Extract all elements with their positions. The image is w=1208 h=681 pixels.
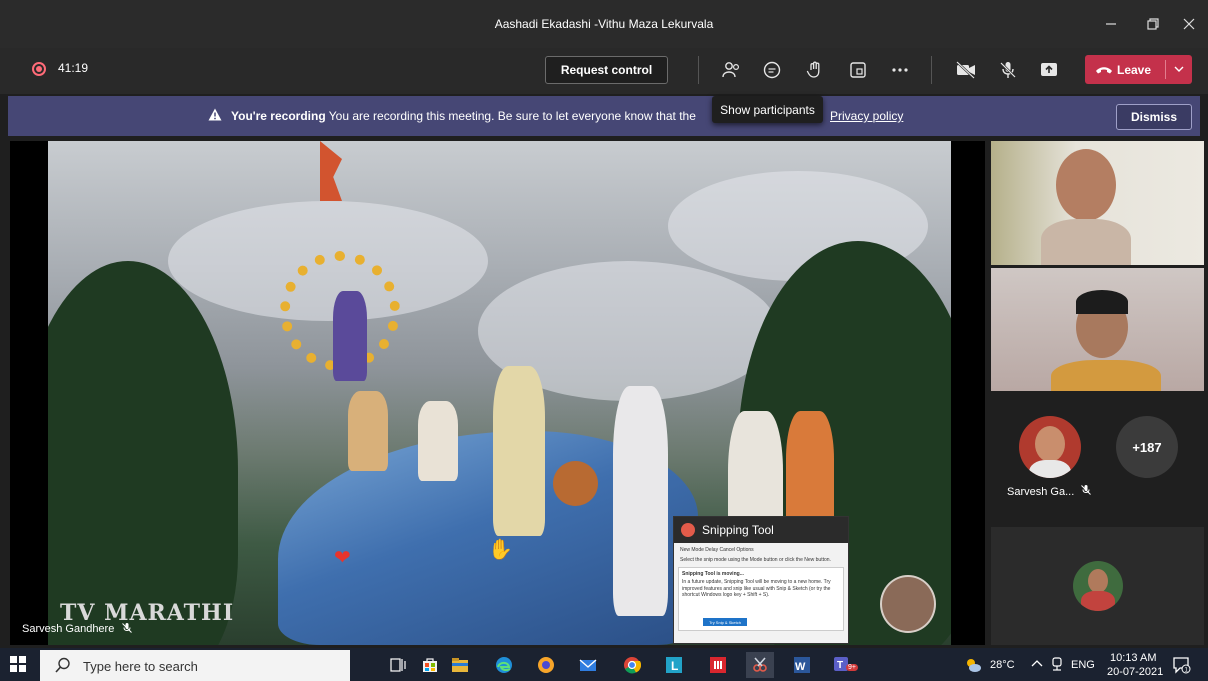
mic-muted-icon: [122, 623, 133, 633]
raise-hand-icon[interactable]: [801, 56, 829, 84]
snipping-tool-notice: Snipping Tool is moving... In a future u…: [678, 567, 844, 631]
recording-banner: You're recording You are recording this …: [8, 96, 1200, 136]
chevron-up-icon[interactable]: [1030, 657, 1044, 674]
clock-date[interactable]: 20-07-2021: [1107, 666, 1163, 678]
snipping-tool-title: Snipping Tool: [702, 523, 774, 537]
weather-icon[interactable]: [964, 657, 982, 676]
svg-text:W: W: [795, 661, 806, 673]
mail-icon[interactable]: [574, 652, 602, 678]
more-participants-button[interactable]: +187: [1116, 416, 1178, 478]
store-icon[interactable]: [416, 652, 444, 678]
edge-browser-icon[interactable]: [490, 652, 518, 678]
mic-muted-icon[interactable]: [994, 56, 1022, 84]
meeting-timer: 41:19: [58, 61, 89, 75]
app-l-icon[interactable]: L: [660, 652, 688, 678]
heart-reaction-icon: ❤: [334, 547, 351, 569]
video-figure: [418, 401, 458, 481]
app-red-icon[interactable]: [704, 652, 732, 678]
video-figure: [493, 366, 545, 536]
try-snip-sketch-button[interactable]: Try Snip & Sketch: [703, 618, 747, 626]
snipping-tool-taskbar-icon[interactable]: [746, 652, 774, 678]
minimize-icon[interactable]: [1092, 0, 1130, 48]
participant-name: Sarvesh Ga...: [1007, 486, 1075, 498]
snipping-tool-titlebar[interactable]: Snipping Tool: [674, 517, 848, 543]
teams-notification-badge: 9+: [846, 664, 858, 671]
close-icon[interactable]: [1170, 0, 1208, 48]
notice-title: Snipping Tool is moving...: [682, 571, 744, 577]
svg-text:T: T: [837, 660, 843, 671]
leave-label: Leave: [1117, 62, 1152, 77]
maximize-icon[interactable]: [1134, 0, 1172, 48]
snipping-tool-window[interactable]: Snipping Tool New Mode Delay Cancel Opti…: [673, 516, 849, 644]
avatar-clothes: [1081, 591, 1115, 611]
notice-body: In a future update, Snipping Tool will b…: [682, 579, 831, 598]
speaker-name: Sarvesh Gandhere: [22, 623, 115, 635]
speaker-name-caption: Sarvesh Gandhere: [22, 622, 133, 635]
search-icon: [55, 657, 70, 673]
participant-face: [1056, 149, 1116, 221]
show-participants-tooltip: Show participants: [712, 96, 823, 123]
privacy-policy-link[interactable]: Privacy policy: [830, 109, 903, 123]
share-screen-icon[interactable]: [1035, 56, 1063, 84]
camera-off-icon[interactable]: [952, 56, 980, 84]
teams-window: Aashadi Ekadashi -Vithu Maza Lekurvala 4…: [0, 0, 1208, 681]
word-icon[interactable]: W: [788, 652, 816, 678]
video-figure: [348, 391, 388, 471]
more-actions-icon[interactable]: [886, 56, 914, 84]
participant-hair: [1076, 290, 1128, 314]
recording-icon: [32, 62, 46, 76]
recording-banner-bold: You're recording: [231, 109, 326, 123]
search-placeholder: Type here to search: [83, 659, 198, 674]
breakout-rooms-icon[interactable]: [844, 56, 872, 84]
avatar-face: [1035, 426, 1065, 462]
participant-avatar[interactable]: [1019, 416, 1081, 478]
video-figure: [333, 291, 367, 381]
mic-muted-icon: [1081, 485, 1091, 495]
chevron-down-icon[interactable]: [1172, 59, 1186, 79]
leave-split-divider: [1165, 60, 1166, 79]
video-drum: [553, 461, 598, 506]
phone-hangup-icon: [1096, 67, 1112, 74]
weather-temperature[interactable]: 28°C: [990, 659, 1015, 671]
request-control-button[interactable]: Request control: [545, 56, 668, 84]
participant-body: [1041, 219, 1131, 265]
language-indicator[interactable]: ENG: [1071, 659, 1095, 671]
video-flag: [320, 141, 342, 201]
file-explorer-icon[interactable]: [446, 652, 474, 678]
title-bar: Aashadi Ekadashi -Vithu Maza Lekurvala: [0, 0, 1208, 48]
participant-avatar[interactable]: [1073, 561, 1123, 611]
participant-video-tile[interactable]: [991, 141, 1204, 265]
participant-video-thumbnail: [880, 575, 936, 633]
clap-reaction-icon: ✋: [488, 539, 513, 561]
taskbar-search-box[interactable]: Type here to search: [40, 650, 350, 681]
snipping-tool-hint: Select the snip mode using the Mode butt…: [680, 557, 831, 563]
toolbar-divider: [931, 56, 932, 84]
snipping-tool-menu[interactable]: New Mode Delay Cancel Options: [674, 543, 848, 555]
leave-button[interactable]: Leave: [1085, 55, 1192, 84]
network-icon[interactable]: [1050, 656, 1064, 675]
toolbar-divider: [698, 56, 699, 84]
dismiss-button[interactable]: Dismiss: [1116, 104, 1192, 130]
chrome-icon[interactable]: [618, 652, 646, 678]
warning-icon: [208, 108, 222, 121]
recording-banner-text: You're recording You are recording this …: [231, 109, 696, 123]
participant-video-tile[interactable]: [991, 268, 1204, 391]
participant-body: [1051, 360, 1161, 391]
notifications-icon[interactable]: 1: [1172, 656, 1192, 677]
clock-time[interactable]: 10:13 AM: [1110, 652, 1156, 664]
svg-text:L: L: [671, 659, 678, 673]
video-tree: [48, 261, 238, 645]
scissors-icon: [681, 523, 695, 537]
chat-icon[interactable]: [758, 56, 786, 84]
video-figure: [613, 386, 668, 616]
windows-start-icon[interactable]: [10, 656, 26, 672]
teams-taskbar-icon[interactable]: T 9+: [830, 652, 858, 678]
avatar-face: [1088, 569, 1108, 593]
window-title: Aashadi Ekadashi -Vithu Maza Lekurvala: [494, 17, 714, 31]
avatar-shirt: [1029, 460, 1071, 478]
participants-icon[interactable]: [717, 56, 745, 84]
browser-icon[interactable]: [532, 652, 560, 678]
task-view-icon[interactable]: [384, 652, 412, 678]
recording-banner-message: You are recording this meeting. Be sure …: [328, 109, 696, 123]
